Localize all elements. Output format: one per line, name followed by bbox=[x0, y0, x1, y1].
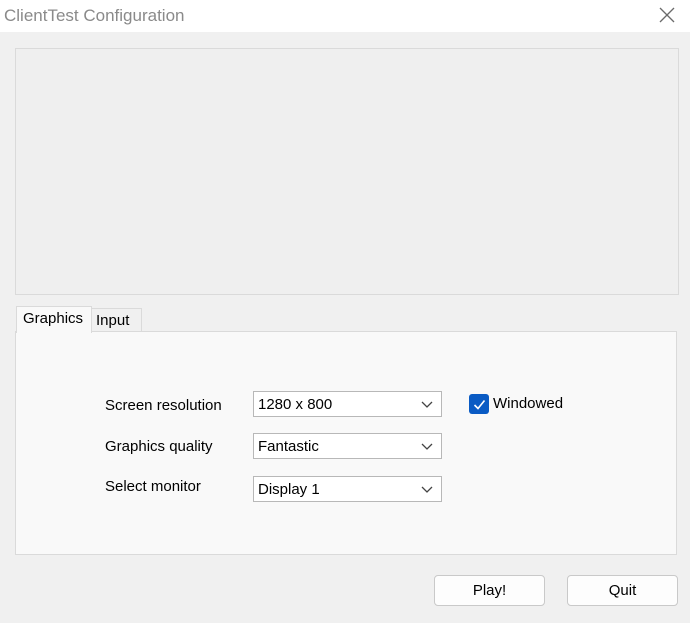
close-icon bbox=[659, 7, 675, 23]
tab-input-label: Input bbox=[96, 312, 130, 329]
checkmark-icon bbox=[473, 399, 485, 410]
screen-resolution-value: 1280 x 800 bbox=[258, 396, 333, 413]
quit-button-label: Quit bbox=[608, 582, 637, 599]
select-monitor-value: Display 1 bbox=[258, 481, 320, 498]
quit-button[interactable]: Quit bbox=[567, 575, 678, 606]
select-monitor-label: Select monitor bbox=[105, 478, 201, 495]
close-button[interactable] bbox=[644, 0, 690, 30]
select-monitor-select[interactable]: Display 1 bbox=[253, 476, 442, 502]
screen-resolution-select[interactable]: 1280 x 800 bbox=[253, 391, 442, 417]
chevron-down-icon bbox=[421, 443, 433, 450]
graphics-quality-value: Fantastic bbox=[258, 438, 319, 455]
tab-graphics[interactable]: Graphics bbox=[16, 306, 92, 333]
windowed-label[interactable]: Windowed bbox=[493, 395, 563, 412]
graphics-quality-select[interactable]: Fantastic bbox=[253, 433, 442, 459]
chevron-down-icon bbox=[421, 401, 433, 408]
graphics-quality-label: Graphics quality bbox=[105, 438, 213, 455]
play-button-label: Play! bbox=[472, 582, 507, 599]
screen-resolution-label: Screen resolution bbox=[105, 397, 222, 414]
window-title: ClientTest Configuration bbox=[4, 6, 185, 25]
config-window: ClientTest Configuration Graphics Input … bbox=[0, 0, 690, 623]
banner-image-area bbox=[15, 48, 679, 295]
windowed-checkbox[interactable] bbox=[469, 394, 489, 414]
tab-graphics-label: Graphics bbox=[23, 310, 84, 327]
title-bar: ClientTest Configuration bbox=[0, 0, 690, 32]
play-button[interactable]: Play! bbox=[434, 575, 545, 606]
chevron-down-icon bbox=[421, 486, 433, 493]
